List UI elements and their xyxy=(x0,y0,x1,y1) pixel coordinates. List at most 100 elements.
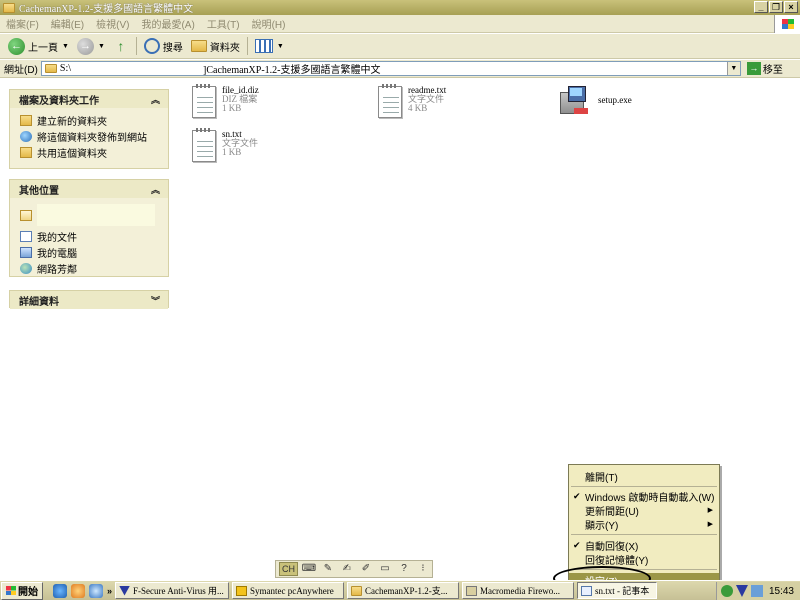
antivirus-tray-icon[interactable] xyxy=(735,585,748,597)
close-button[interactable]: × xyxy=(784,1,798,13)
file-info: file_id.diz DIZ 檔案 1 KB xyxy=(222,86,259,113)
check-icon: ✔ xyxy=(573,490,581,501)
folders-button[interactable]: 資料夾 xyxy=(187,35,244,57)
new-folder-icon xyxy=(20,114,32,126)
menu-autostart[interactable]: ✔ Windows 啟動時自動載入(W) xyxy=(569,489,719,504)
fireworks-icon xyxy=(466,585,478,596)
minimize-button[interactable]: _ xyxy=(754,1,768,13)
back-button[interactable]: ← 上一頁 ▼ xyxy=(4,35,73,57)
file-item[interactable]: setup.exe xyxy=(556,84,632,120)
task-pane: 檔案及資料夾工作 ︽ 建立新的資料夾 將這個資料夾發佈到網站 共用這個資料夾 其… xyxy=(0,79,178,559)
other-places-header[interactable]: 其他位置 ︽ xyxy=(10,180,168,198)
place-parent-folder[interactable] xyxy=(20,202,168,228)
go-button[interactable]: → 移至 xyxy=(746,61,783,76)
expand-chevron-icon[interactable]: ︾ xyxy=(151,294,160,307)
views-button[interactable]: ▼ xyxy=(251,35,288,57)
collapse-chevron-icon[interactable]: ︽ xyxy=(151,93,160,106)
clock[interactable]: 15:43 xyxy=(769,586,794,597)
menu-tools[interactable]: 工具(T) xyxy=(201,16,246,31)
place-my-documents[interactable]: 我的文件 xyxy=(20,228,168,244)
task-publish-web-label: 將這個資料夾發佈到網站 xyxy=(37,132,147,144)
explorer-folder-icon xyxy=(351,585,363,596)
file-tasks-header[interactable]: 檔案及資料夾工作 ︽ xyxy=(10,90,168,108)
address-label: 網址(D) xyxy=(4,65,38,76)
forward-button[interactable]: → ▼ xyxy=(73,35,109,57)
menu-separator xyxy=(571,534,717,535)
keyboard-icon[interactable]: ⌨ xyxy=(301,562,317,576)
menu-display-label: 顯示(Y) xyxy=(585,520,619,532)
menu-view[interactable]: 檢視(V) xyxy=(90,16,135,31)
menu-exit[interactable]: 離開(T) xyxy=(569,469,719,484)
address-bar: 網址(D) S:\ ]CachemanXP-1.2-支援多國語言繁體中文 ▼ →… xyxy=(0,60,800,78)
search-icon xyxy=(143,38,160,54)
file-item[interactable]: sn.txt 文字文件 1 KB xyxy=(192,128,258,162)
file-tasks-title: 檔案及資料夾工作 xyxy=(19,95,99,107)
task-explorer-label: CachemanXP-1.2-支... xyxy=(365,586,448,596)
start-button[interactable]: 開始 xyxy=(1,581,43,600)
wrench-icon[interactable]: ✎ xyxy=(320,562,336,576)
quick-launch-more[interactable]: » xyxy=(107,586,112,596)
back-label: 上一頁 xyxy=(28,42,58,54)
place-my-documents-label: 我的文件 xyxy=(37,232,77,244)
up-button[interactable]: ↑ xyxy=(109,35,133,57)
cacheman-tray-icon[interactable] xyxy=(720,585,733,597)
language-indicator[interactable]: CH xyxy=(279,562,298,576)
file-item[interactable]: readme.txt 文字文件 4 KB xyxy=(378,84,446,118)
title-bar[interactable]: CachemanXP-1.2-支援多國語言繁體中文 _ ❐ × xyxy=(0,0,800,15)
task-fsecure[interactable]: F-Secure Anti-Virus 用... xyxy=(115,582,230,599)
menu-file[interactable]: 檔案(F) xyxy=(0,16,45,31)
task-share-folder-label: 共用這個資料夾 xyxy=(37,148,107,160)
folder-icon xyxy=(3,2,15,13)
address-dropdown-icon[interactable]: ▼ xyxy=(726,62,740,75)
ime-pad-icon[interactable]: ▭ xyxy=(377,562,393,576)
clock-app-icon[interactable] xyxy=(71,583,85,598)
back-dropdown-icon[interactable]: ▼ xyxy=(62,43,69,50)
menu-update-interval[interactable]: 更新間距(U) ▶ xyxy=(569,503,719,518)
menu-recover-memory[interactable]: 回復記憶體(Y) xyxy=(569,552,719,567)
share-folder-icon xyxy=(20,146,32,158)
collapse-chevron-icon[interactable]: ︽ xyxy=(151,183,160,196)
windows-flag-icon xyxy=(782,19,794,29)
task-new-folder[interactable]: 建立新的資料夾 xyxy=(20,112,168,128)
menu-auto-recover[interactable]: ✔ 自動回復(X) xyxy=(569,538,719,553)
toolbar-separator xyxy=(135,37,137,55)
options-arrow-icon[interactable]: ⁝ xyxy=(415,562,431,576)
help-icon[interactable]: ? xyxy=(396,562,412,576)
restore-button[interactable]: ❐ xyxy=(769,1,783,13)
network-tray-icon[interactable] xyxy=(750,585,763,597)
menu-help[interactable]: 說明(H) xyxy=(246,16,292,31)
menu-edit[interactable]: 編輯(E) xyxy=(45,16,90,31)
pen-icon[interactable]: ✍ xyxy=(339,562,355,576)
task-notepad[interactable]: sn.txt - 記事本 xyxy=(577,582,658,599)
forward-dropdown-icon[interactable]: ▼ xyxy=(98,43,105,50)
outlook-icon[interactable] xyxy=(89,583,103,598)
place-my-computer[interactable]: 我的電腦 xyxy=(20,244,168,260)
ie-icon[interactable] xyxy=(53,583,67,598)
other-places-list: 我的文件 我的電腦 網路芳鄰 xyxy=(10,198,168,280)
task-explorer[interactable]: CachemanXP-1.2-支... xyxy=(347,582,460,599)
search-button[interactable]: 搜尋 xyxy=(140,35,187,57)
menu-favorites[interactable]: 我的最愛(A) xyxy=(135,16,200,31)
text-file-icon xyxy=(378,84,402,118)
task-publish-web[interactable]: 將這個資料夾發佈到網站 xyxy=(20,128,168,144)
task-fireworks[interactable]: Macromedia Firewo... xyxy=(462,582,575,599)
window-controls: _ ❐ × xyxy=(754,1,798,13)
menu-display[interactable]: 顯示(Y) ▶ xyxy=(569,517,719,532)
file-info: readme.txt 文字文件 4 KB xyxy=(408,86,446,113)
place-network[interactable]: 網路芳鄰 xyxy=(20,260,168,276)
submenu-arrow-icon: ▶ xyxy=(707,507,713,514)
file-size: 1 KB xyxy=(222,147,242,157)
start-label: 開始 xyxy=(18,587,38,598)
views-dropdown-icon[interactable]: ▼ xyxy=(277,43,284,50)
task-pcanywhere[interactable]: Symantec pcAnywhere xyxy=(232,582,345,599)
address-input[interactable]: S:\ ]CachemanXP-1.2-支援多國語言繁體中文 ▼ xyxy=(40,61,741,76)
forward-arrow-icon: → xyxy=(76,37,94,55)
details-header[interactable]: 詳細資料 ︾ xyxy=(10,291,168,309)
task-share-folder[interactable]: 共用這個資料夾 xyxy=(20,144,168,160)
writing-pad-icon[interactable]: ✐ xyxy=(358,562,374,576)
notepad-icon xyxy=(581,585,593,596)
menu-separator xyxy=(571,486,717,487)
quick-launch: » xyxy=(53,583,112,598)
file-item[interactable]: file_id.diz DIZ 檔案 1 KB xyxy=(192,84,259,118)
publish-web-icon xyxy=(20,130,32,142)
